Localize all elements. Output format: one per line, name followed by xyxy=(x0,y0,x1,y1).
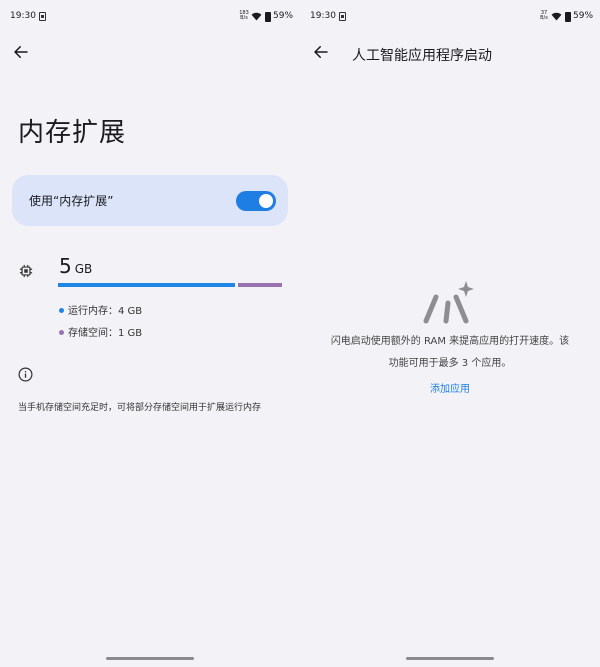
legend-ram: 运行内存：4 GB xyxy=(59,302,142,317)
storage-label: 存储空间：1 GB xyxy=(68,328,143,339)
battery-icon xyxy=(265,12,271,22)
ram-segment xyxy=(58,283,235,287)
memory-total-value: 5 xyxy=(59,254,72,278)
info-text: 当手机存储空间充足时，可将部分存储空间用于扩展运行内存 xyxy=(18,403,262,413)
arrow-left-icon xyxy=(312,43,330,61)
memory-extension-screen: 19:30 183 B/s 59% 内存扩展 使用“内存扩展” 5 GB 运行内… xyxy=(0,0,300,667)
ram-label: 运行内存：4 GB xyxy=(68,306,143,317)
info-icon xyxy=(18,367,33,382)
wifi-icon xyxy=(251,12,262,21)
storage-segment xyxy=(238,283,282,287)
memory-total: 5 GB xyxy=(59,254,92,278)
legend-storage: 存储空间：1 GB xyxy=(59,324,142,339)
memory-total-unit: GB xyxy=(74,262,93,276)
ram-dot xyxy=(59,308,64,313)
net-speed: 183 B/s xyxy=(239,10,249,21)
net-speed: 37 B/s xyxy=(540,10,548,21)
status-time: 19:30 xyxy=(10,11,36,21)
wifi-icon xyxy=(551,12,562,21)
memory-usage-bar xyxy=(58,283,282,287)
add-app-link[interactable]: 添加应用 xyxy=(300,380,600,395)
battery-percent: 59% xyxy=(273,11,294,21)
sim-icon xyxy=(39,12,46,21)
battery-percent: 59% xyxy=(573,11,594,21)
storage-dot xyxy=(59,330,64,335)
memory-chip-icon xyxy=(19,264,33,278)
arrow-left-icon xyxy=(12,43,30,61)
empty-description-line2: 功能可用于最多 3 个应用。 xyxy=(388,358,512,369)
speed-sparkle-icon xyxy=(422,279,480,325)
status-bar: 19:30 37 B/s 59% xyxy=(300,11,600,25)
empty-description-line1: 闪电启动使用额外的 RAM 来提高应用的打开速度。该 xyxy=(330,336,570,347)
toggle-label: 使用“内存扩展” xyxy=(29,194,114,208)
memory-extension-switch[interactable] xyxy=(236,191,276,211)
page-title: 内存扩展 xyxy=(18,118,127,148)
back-button[interactable] xyxy=(12,43,30,61)
switch-knob xyxy=(259,194,273,208)
home-indicator[interactable] xyxy=(406,657,494,660)
status-bar: 19:30 183 B/s 59% xyxy=(0,11,300,25)
home-indicator[interactable] xyxy=(106,657,194,660)
battery-icon xyxy=(565,12,571,22)
status-time: 19:30 xyxy=(310,11,336,21)
page-title: 人工智能应用程序启动 xyxy=(352,48,492,64)
memory-extension-toggle-row[interactable]: 使用“内存扩展” xyxy=(12,175,288,226)
ai-app-launch-screen: 19:30 37 B/s 59% 人工智能应用程序启动 闪电启动使用额外的 RA… xyxy=(300,0,600,667)
back-button[interactable] xyxy=(312,43,330,61)
sim-icon xyxy=(339,12,346,21)
